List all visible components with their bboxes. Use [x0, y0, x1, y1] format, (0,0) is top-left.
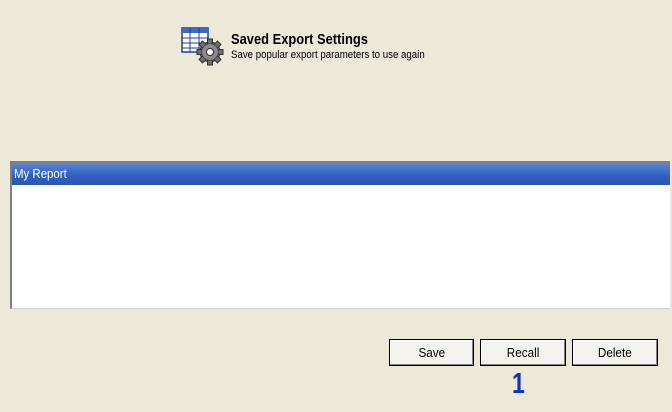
header: Saved Export Settings Save popular expor… [180, 26, 540, 66]
grid-gear-icon [181, 27, 224, 66]
list-item-label: My Report [14, 166, 67, 181]
delete-button[interactable]: Delete [572, 339, 658, 366]
page-subtitle: Save popular export parameters to use ag… [231, 49, 425, 61]
saved-settings-list[interactable]: My Report [10, 161, 670, 309]
list-item[interactable]: My Report [12, 163, 670, 185]
page-title: Saved Export Settings [231, 31, 368, 48]
step-number-annotation: 1 [512, 368, 525, 400]
save-button[interactable]: Save [389, 339, 474, 366]
recall-button[interactable]: Recall [480, 339, 566, 366]
